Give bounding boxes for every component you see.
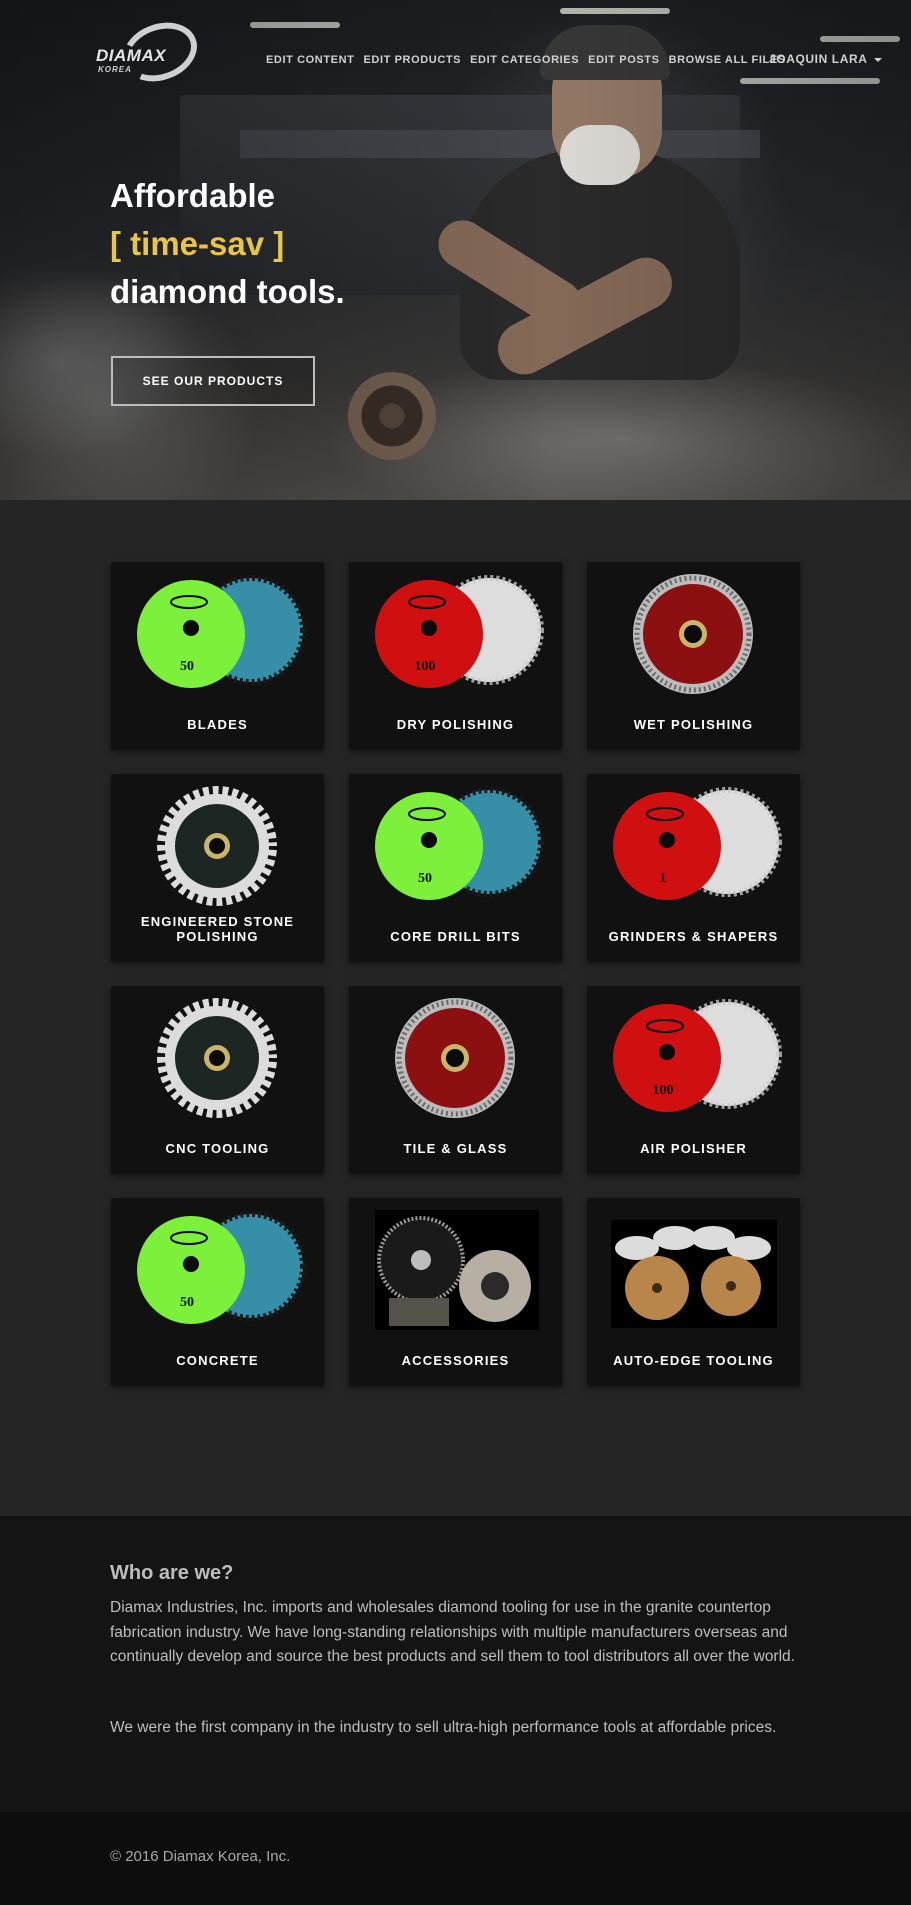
svg-text:1: 1 — [660, 871, 667, 886]
see-our-products-button[interactable]: SEE OUR PRODUCTS — [111, 356, 315, 406]
category-card[interactable]: AUTO-EDGE TOOLING — [587, 1198, 800, 1386]
category-card[interactable]: 1 GRINDERS & SHAPERS — [587, 774, 800, 962]
svg-text:50: 50 — [180, 1295, 194, 1310]
copyright-text: © 2016 Diamax Korea, Inc. — [110, 1848, 291, 1865]
hero-headline: Affordable [ time-sav ] diamond tools. — [110, 172, 345, 316]
category-card[interactable]: ENGINEERED STONE POLISHING — [111, 774, 324, 962]
category-label: AUTO-EDGE TOOLING — [613, 1353, 774, 1368]
nav-edit-categories[interactable]: EDIT CATEGORIES — [470, 54, 579, 66]
svg-text:100: 100 — [653, 1083, 674, 1098]
svg-text:50: 50 — [418, 871, 432, 886]
edge-wheels-icon — [611, 1220, 777, 1328]
hero-line-2: [ time-sav ] — [110, 225, 285, 262]
nav-edit-content[interactable]: EDIT CONTENT — [266, 54, 354, 66]
svg-text:100: 100 — [415, 659, 436, 674]
category-label: ENGINEERED STONE POLISHING — [140, 914, 295, 944]
hero-line-3: diamond tools. — [110, 273, 345, 310]
category-label: CORE DRILL BITS — [390, 929, 521, 944]
category-card[interactable]: 50 CORE DRILL BITS — [349, 774, 562, 962]
about-title: Who are we? — [110, 1562, 234, 1584]
category-label: CNC TOOLING — [165, 1141, 270, 1156]
category-card[interactable]: CNC TOOLING — [111, 986, 324, 1174]
category-label: WET POLISHING — [633, 717, 754, 732]
green-polishing-pad-icon: 50 — [137, 575, 306, 688]
category-label: BLADES — [187, 717, 248, 732]
category-card[interactable]: 50 CONCRETE — [111, 1198, 324, 1386]
logo-wordmark: DIAMAX — [96, 46, 167, 65]
chevron-down-icon — [873, 57, 882, 62]
turbo-blade-icon — [155, 996, 279, 1120]
category-label: CONCRETE — [176, 1353, 259, 1368]
category-card[interactable]: ACCESSORIES — [349, 1198, 562, 1386]
nav-edit-products[interactable]: EDIT PRODUCTS — [363, 54, 461, 66]
logo-subtitle: KOREA — [98, 65, 132, 74]
category-card[interactable]: 100 DRY POLISHING — [349, 562, 562, 750]
green-polishing-pad-icon: 50 — [375, 787, 544, 900]
category-card[interactable]: 50 BLADES — [111, 562, 324, 750]
hero-line-1: Affordable — [110, 177, 275, 214]
category-card[interactable]: 100 AIR POLISHER — [587, 986, 800, 1174]
category-label: GRINDERS & SHAPERS — [608, 929, 779, 944]
footer: © 2016 Diamax Korea, Inc. — [0, 1812, 911, 1905]
top-nav: EDIT CONTENT EDIT PRODUCTS EDIT CATEGORI… — [266, 54, 795, 66]
nav-edit-posts[interactable]: EDIT POSTS — [588, 54, 659, 66]
red-saw-blade-icon — [395, 998, 515, 1118]
category-label: TILE & GLASS — [403, 1141, 508, 1156]
logo[interactable]: DIAMAX KOREA — [96, 12, 206, 92]
turbo-blade-icon — [155, 784, 279, 908]
category-card[interactable]: WET POLISHING — [587, 562, 800, 750]
green-polishing-pad-icon: 50 — [137, 1211, 306, 1324]
red-polishing-pad-icon: 1 — [613, 787, 782, 900]
category-label: AIR POLISHER — [640, 1141, 747, 1156]
red-polishing-pad-icon: 100 — [613, 999, 782, 1112]
about-section: Who are we? Diamax Industries, Inc. impo… — [0, 1516, 911, 1812]
red-polishing-pad-icon: 100 — [375, 575, 544, 688]
user-menu[interactable]: JOAQUIN LARA — [769, 52, 882, 66]
svg-text:50: 50 — [180, 659, 194, 674]
user-name: JOAQUIN LARA — [769, 52, 868, 66]
category-grid: 50 BLADES 100 DRY POLISHING WET POLISHING ENG… — [111, 562, 801, 1386]
red-saw-blade-icon — [633, 574, 753, 694]
category-label: DRY POLISHING — [396, 717, 515, 732]
about-paragraph-2: We were the first company in the industr… — [110, 1719, 777, 1736]
category-card[interactable]: TILE & GLASS — [349, 986, 562, 1174]
category-label: ACCESSORIES — [401, 1353, 510, 1368]
blade-and-flange-icon — [375, 1210, 539, 1330]
about-paragraph-1: Diamax Industries, Inc. imports and whol… — [110, 1599, 795, 1665]
